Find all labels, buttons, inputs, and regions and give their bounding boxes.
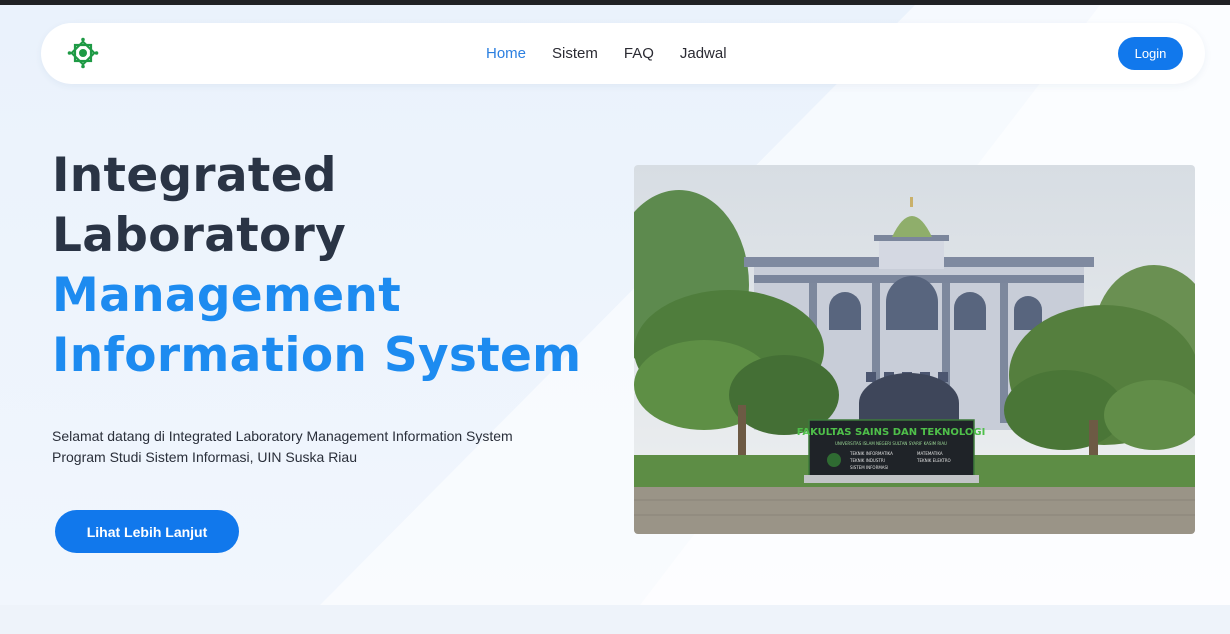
nav-link-jadwal[interactable]: Jadwal	[680, 45, 727, 62]
hero-description: Selamat datang di Integrated Laboratory …	[52, 426, 552, 468]
hero-title-line-4: Information System	[52, 328, 582, 383]
hero-description-line-1: Selamat datang di Integrated Laboratory …	[52, 428, 513, 444]
main-nav: Home Sistem FAQ Jadwal	[486, 23, 753, 84]
sign-item-1: TEKNIK INFORMATIKA	[849, 451, 893, 456]
sign-title: FAKULTAS SAINS DAN TEKNOLOGI	[797, 427, 986, 438]
hero-title-line-3: Management	[52, 268, 401, 323]
sign-item-3: TEKNIK INDUSTRI	[849, 458, 885, 463]
page-bottom-strip	[0, 605, 1230, 634]
sign-item-4: TEKNIK ELEKTRO	[916, 458, 951, 463]
faculty-building-photo: FAKULTAS SAINS DAN TEKNOLOGI UNIVERSITAS…	[634, 165, 1195, 534]
login-button[interactable]: Login	[1118, 37, 1183, 70]
sign-item-2: MATEMATIKA	[917, 451, 943, 456]
uin-suska-logo-icon[interactable]	[67, 37, 99, 69]
hero-title: Integrated Laboratory Management Informa…	[52, 146, 581, 386]
nav-link-home[interactable]: Home	[486, 45, 526, 62]
nav-link-sistem[interactable]: Sistem	[552, 45, 598, 62]
navbar: Home Sistem FAQ Jadwal Login	[41, 23, 1205, 84]
sign-item-5: SISTEM INFORMASI	[850, 465, 888, 470]
hero-title-line-2: Laboratory	[52, 208, 347, 263]
hero-title-line-1: Integrated	[52, 148, 337, 203]
hero-description-line-2: Program Studi Sistem Informasi, UIN Susk…	[52, 449, 357, 465]
sign-subtitle: UNIVERSITAS ISLAM NEGERI SULTAN SYARIF K…	[835, 441, 947, 446]
nav-link-faq[interactable]: FAQ	[624, 45, 654, 62]
learn-more-button[interactable]: Lihat Lebih Lanjut	[55, 510, 239, 553]
